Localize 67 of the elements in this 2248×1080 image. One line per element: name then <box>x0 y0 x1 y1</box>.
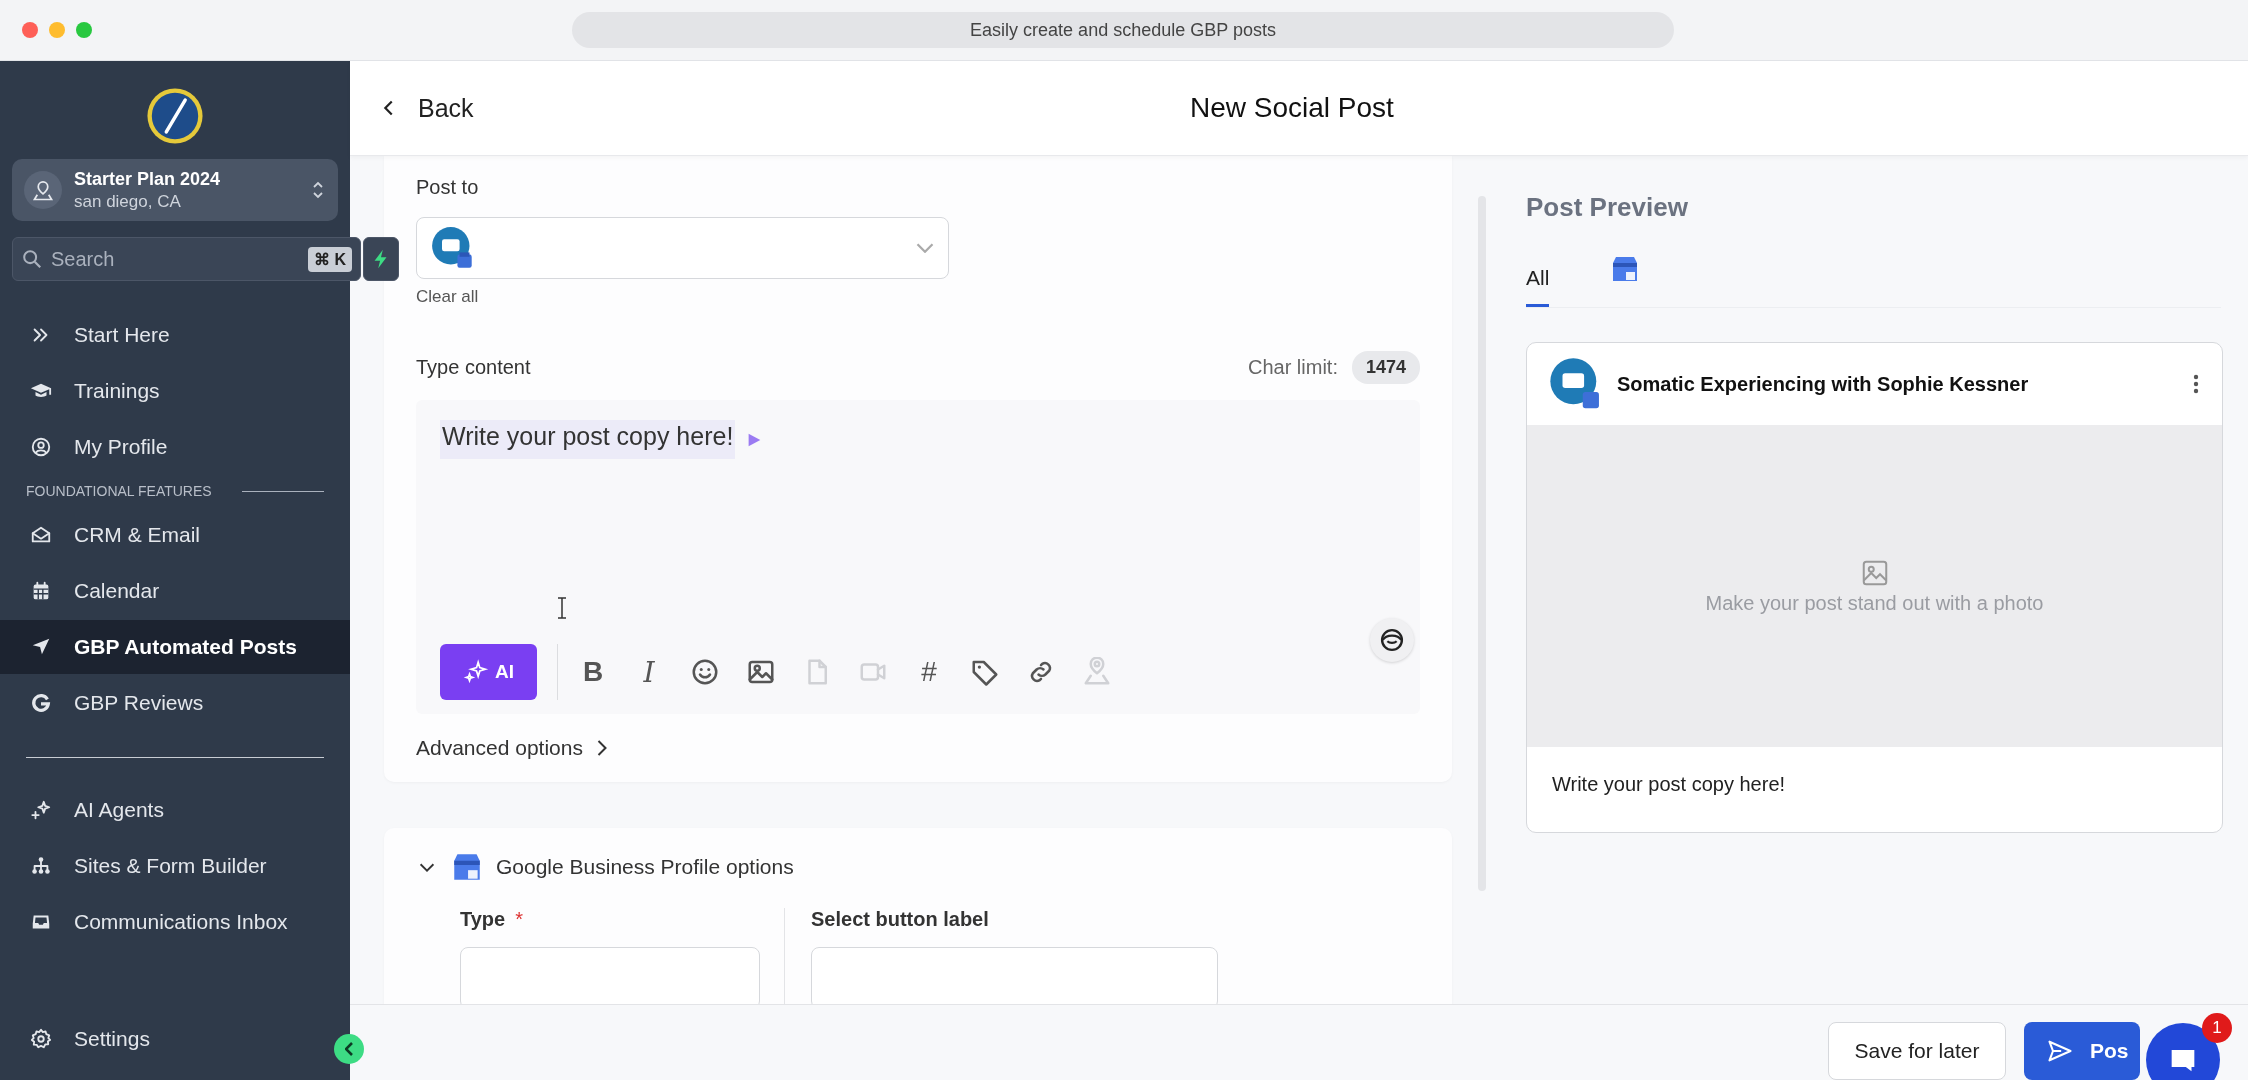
char-limit-count: 1474 <box>1351 351 1420 384</box>
sidebar-item[interactable]: Calendar <box>0 564 350 618</box>
post-content-text: Write your post copy here! <box>440 420 736 459</box>
sitemap-icon <box>30 855 52 877</box>
section-heading: FOUNDATIONAL FEATURES <box>26 483 212 499</box>
sidebar-item[interactable]: My Profile <box>0 420 350 474</box>
sidebar-item[interactable]: Sites & Form Builder <box>0 839 350 893</box>
user-circle-icon <box>30 436 52 458</box>
settings-item[interactable]: Settings <box>0 1012 170 1066</box>
preview-tab[interactable]: All <box>1526 260 1550 307</box>
google-g-icon <box>30 692 52 714</box>
account-name: Starter Plan 2024 <box>74 168 222 190</box>
sidebar-item[interactable]: Communications Inbox <box>0 895 350 949</box>
bold-button[interactable]: B <box>578 656 608 688</box>
ai-button[interactable]: AI <box>440 644 537 700</box>
field-label: Post to <box>416 176 480 199</box>
notification-badge: 1 <box>2202 1013 2232 1043</box>
collapse-sidebar-button[interactable] <box>334 1034 364 1064</box>
post-to-dropdown[interactable] <box>416 217 949 279</box>
char-limit-label: Char limit: <box>1247 356 1338 379</box>
search-icon <box>21 248 43 270</box>
italic-button[interactable]: I <box>634 655 664 689</box>
chevron-down-icon <box>916 243 934 253</box>
search-bar[interactable]: Search ⌘ K <box>12 237 361 281</box>
compass-logo-icon <box>146 87 204 145</box>
assistant-face-icon[interactable] <box>1370 618 1414 662</box>
required-mark: * <box>515 908 523 931</box>
chat-button[interactable] <box>2146 1023 2220 1080</box>
sidebar-item[interactable]: Trainings <box>0 364 350 418</box>
shortcut-badge: ⌘ K <box>308 246 352 272</box>
emoji-icon[interactable] <box>690 657 720 687</box>
sidebar-item[interactable]: Start Here <box>0 308 350 362</box>
search-field[interactable]: Search <box>49 246 302 272</box>
sidebar-item[interactable]: CRM & Email <box>0 508 350 562</box>
save-for-later-button[interactable]: Save for later <box>1828 1021 2006 1080</box>
gbp-options-toggle[interactable]: Google Business Profile options <box>416 850 1420 884</box>
business-name: Somatic Experiencing with Sophie Kessner <box>1617 372 2030 396</box>
sparkle-icon <box>30 799 52 821</box>
account-location: san diego, CA <box>74 191 182 212</box>
sidebar-item[interactable]: AI Agents <box>0 783 350 837</box>
post-button[interactable]: Pos <box>2024 1021 2140 1080</box>
chevron-left-icon <box>345 1042 353 1056</box>
business-avatar-icon <box>431 226 475 270</box>
chevron-right-icon <box>596 740 607 756</box>
clear-all-link[interactable]: Clear all <box>416 287 1420 307</box>
advanced-options-link[interactable]: Advanced options <box>416 736 1420 760</box>
sparkle-icon <box>463 659 489 685</box>
hashtag-button[interactable]: # <box>914 656 944 688</box>
field-label: Type content <box>416 356 531 379</box>
location-avatar-icon <box>24 171 62 209</box>
button-label-heading: Select button label <box>811 908 990 931</box>
page-title: New Social Post <box>1190 92 1394 124</box>
gear-icon <box>30 1028 52 1050</box>
text-cursor-icon <box>556 596 568 620</box>
sidebar-item[interactable]: GBP Automated Posts <box>0 620 350 674</box>
sidebar-item[interactable]: GBP Reviews <box>0 676 350 730</box>
post-content-editor[interactable]: Write your post copy here! AI B I # <box>416 400 1420 714</box>
address-bar[interactable]: Easily create and schedule GBP posts <box>572 12 1674 48</box>
type-label: Type <box>460 908 506 931</box>
back-button[interactable]: Back <box>372 92 480 124</box>
account-switcher[interactable]: Starter Plan 2024 san diego, CA <box>12 159 338 221</box>
preview-title: Post Preview <box>1526 192 1689 223</box>
quick-action-button[interactable] <box>363 237 399 281</box>
photo-hint: Make your post stand out with a photo <box>1705 591 2044 615</box>
close-window-button[interactable] <box>22 22 38 38</box>
post-preview-text: Write your post copy here! <box>1551 772 1787 797</box>
more-options-icon[interactable] <box>2192 372 2200 396</box>
